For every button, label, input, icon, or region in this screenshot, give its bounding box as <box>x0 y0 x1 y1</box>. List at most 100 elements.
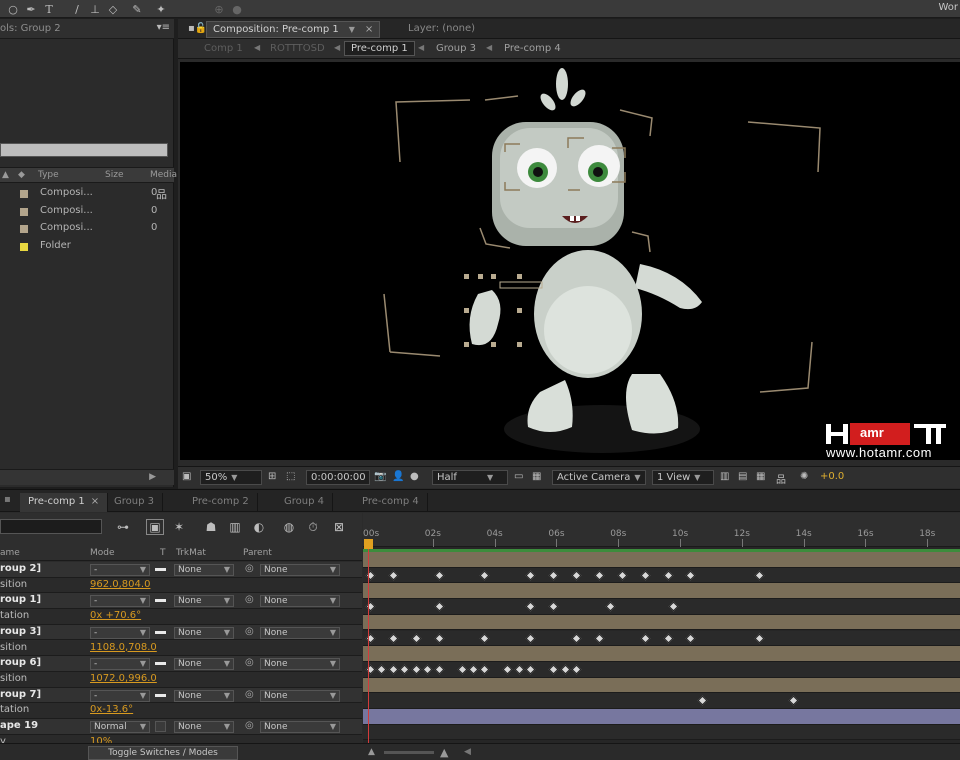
timeline-tab[interactable]: Group 4 <box>276 493 333 512</box>
keyframe-track[interactable] <box>363 599 960 615</box>
pickwhip-icon[interactable]: ◎ <box>245 689 254 700</box>
layer-row[interactable]: roup 3] - ▼ None ▼ ◎ None ▼ <box>0 624 362 641</box>
scroll-left-icon[interactable]: ◀ <box>464 747 471 757</box>
mode-select[interactable]: - ▼ <box>90 658 150 671</box>
tab-dropdown-icon[interactable]: ▼ <box>349 25 355 34</box>
preserve-transparency-dash[interactable] <box>155 630 166 634</box>
keyframe[interactable] <box>434 601 445 612</box>
column-parent[interactable]: Parent <box>243 548 272 558</box>
mode-select[interactable]: Normal ▼ <box>90 721 150 733</box>
preserve-transparency-dash[interactable] <box>155 568 166 571</box>
project-item[interactable]: Composi... 0 <box>0 203 174 220</box>
always-preview-icon[interactable]: ▣ <box>182 471 191 482</box>
keyframe[interactable] <box>663 570 673 581</box>
property-value[interactable]: 0x +70.6° <box>90 610 141 621</box>
property-row[interactable]: tation 0x +70.6° <box>0 609 362 625</box>
layer-row[interactable]: roup 2] - ▼ None ▼ ◎ None ▼ <box>0 562 362 578</box>
column-size[interactable]: Size <box>105 170 123 180</box>
property-value[interactable]: 962.0,804.0 <box>90 579 150 590</box>
keyframe-track[interactable] <box>363 661 960 678</box>
trkmat-select[interactable]: None ▼ <box>174 626 234 639</box>
keyframe[interactable] <box>668 601 679 612</box>
trkmat-select[interactable]: None ▼ <box>174 721 234 733</box>
pen-tool-icon[interactable]: ✒ <box>22 0 40 18</box>
preserve-transparency-dash[interactable] <box>155 599 166 603</box>
layer-row[interactable]: roup 1] - ▼ None ▼ ◎ None ▼ <box>0 593 362 610</box>
graph-editor-icon[interactable]: ⊠ <box>330 519 348 535</box>
preserve-transparency-dash[interactable] <box>155 693 166 697</box>
comp-mini-flowchart-icon[interactable]: ⊶ <box>114 519 132 535</box>
workspace-label[interactable]: Wor <box>938 2 958 13</box>
composition-viewer[interactable] <box>180 62 960 460</box>
views-select[interactable]: 1 View ▼ <box>652 470 714 485</box>
layer-duration-bar[interactable] <box>363 709 960 725</box>
ellipse-tool-icon[interactable]: ○ <box>4 0 22 18</box>
snapshot-camera-icon[interactable]: 📷 <box>374 471 386 482</box>
keyframe[interactable] <box>376 664 387 675</box>
project-tab[interactable]: ols: Group 2 ▾≡ <box>0 19 174 39</box>
brainstorm-icon[interactable]: ◍ <box>280 519 298 535</box>
text-tool-icon[interactable]: T <box>40 0 58 18</box>
keyframe[interactable] <box>685 633 696 643</box>
layer-row[interactable]: roup 7] - ▼ None ▼ ◎ None ▼ <box>0 687 362 704</box>
trkmat-select[interactable]: None ▼ <box>174 595 234 608</box>
keyframe-track[interactable] <box>363 693 960 709</box>
preserve-transparency-dash[interactable] <box>155 662 166 666</box>
timeline-tab[interactable]: Pre-comp 1 × <box>20 493 109 512</box>
tab-layer[interactable]: Layer: (none) <box>402 21 481 38</box>
lock-icon[interactable]: ▪🔓 <box>188 23 207 34</box>
keyframe[interactable] <box>617 570 628 581</box>
panel-menu-icon[interactable]: ▾≡ <box>157 22 170 33</box>
label-color-swatch[interactable] <box>20 242 28 251</box>
parent-select[interactable]: None ▼ <box>260 595 340 608</box>
timecode-field[interactable]: 0:00:00:00 <box>306 470 370 485</box>
keyframe[interactable] <box>388 570 399 581</box>
zoom-select[interactable]: 50% ▼ <box>200 470 262 485</box>
mask-visibility-icon[interactable]: ⬚ <box>286 471 295 482</box>
region-of-interest-icon[interactable]: ▭ <box>514 471 523 482</box>
preserve-transparency-checkbox[interactable] <box>155 721 166 732</box>
panel-grip-icon[interactable]: ▪ <box>4 494 11 505</box>
property-row[interactable]: sition 1072.0,996.0 <box>0 671 362 688</box>
keyframe[interactable] <box>594 633 605 643</box>
column-mode[interactable]: Mode <box>90 548 115 558</box>
keyframe[interactable] <box>548 664 559 675</box>
keyframe[interactable] <box>422 664 433 675</box>
tab-composition[interactable]: Composition: Pre-comp 1 ▼ × <box>206 21 381 38</box>
keyframe[interactable] <box>479 570 490 581</box>
label-color-swatch[interactable] <box>20 190 28 198</box>
keyframe[interactable] <box>434 570 445 581</box>
nav-rottosd[interactable]: ROTTTOSD <box>270 43 325 54</box>
keyframe[interactable] <box>502 664 513 675</box>
timeline-icon[interactable]: ▦ <box>756 471 765 482</box>
layer-duration-bar[interactable] <box>363 614 960 631</box>
close-icon[interactable]: × <box>365 24 373 35</box>
property-row[interactable]: sition 1108.0,708.0 <box>0 640 362 657</box>
clone-stamp-icon[interactable]: ⊥ <box>86 0 104 18</box>
keyframe[interactable] <box>548 570 559 581</box>
keyframe[interactable] <box>571 633 582 643</box>
parent-select[interactable]: None ▼ <box>260 721 340 733</box>
nav-group-3[interactable]: Group 3 <box>436 43 476 54</box>
flowchart-icon[interactable]: 品 <box>776 471 786 486</box>
property-row[interactable]: sition 962.0,804.0 <box>0 577 362 594</box>
label-tag-icon[interactable]: ◆ <box>18 170 25 180</box>
layer-duration-bar[interactable] <box>363 583 960 600</box>
keyframe[interactable] <box>663 633 673 643</box>
label-color-swatch[interactable] <box>20 207 28 216</box>
current-time-indicator[interactable] <box>368 541 369 760</box>
property-row[interactable]: tation 0x-13.6° <box>0 703 362 719</box>
trkmat-select[interactable]: None ▼ <box>174 658 234 671</box>
project-item[interactable]: Composi... 0 <box>0 185 174 202</box>
snap-dot-icon[interactable]: ● <box>228 0 246 18</box>
live-update-icon[interactable]: ▣ <box>146 519 164 535</box>
parent-select[interactable]: None ▼ <box>260 564 340 576</box>
keyframe[interactable] <box>457 664 467 675</box>
zoom-out-icon[interactable]: ▲ <box>368 747 375 757</box>
pickwhip-icon[interactable]: ◎ <box>245 720 254 731</box>
toggle-switches-modes-button[interactable]: Toggle Switches / Modes <box>88 746 238 760</box>
keyframe-track[interactable] <box>363 630 960 647</box>
keyframe[interactable] <box>479 664 490 675</box>
mode-select[interactable]: - ▼ <box>90 595 150 608</box>
nav-pre-comp-4[interactable]: Pre-comp 4 <box>504 43 561 54</box>
